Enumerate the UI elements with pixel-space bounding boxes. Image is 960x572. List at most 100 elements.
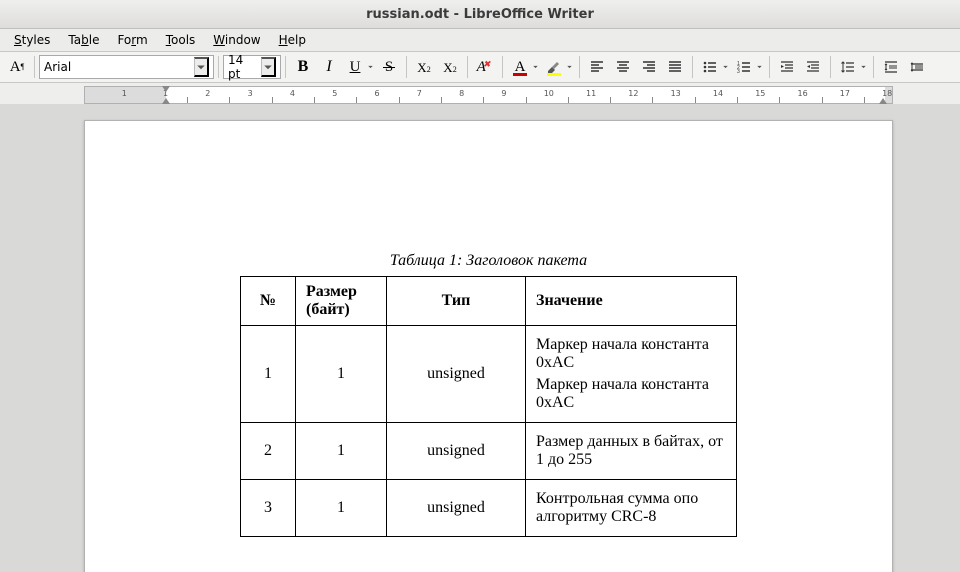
- align-center-icon: [615, 59, 631, 75]
- cell-type[interactable]: unsigned: [387, 326, 526, 423]
- numbered-list-button[interactable]: 123: [732, 55, 756, 79]
- underline-dropdown[interactable]: [366, 55, 376, 79]
- cell-value-line: Маркер начала константа 0xAC: [536, 336, 726, 372]
- update-style-button[interactable]: A¶: [5, 55, 29, 79]
- font-color-dropdown[interactable]: [531, 55, 541, 79]
- horizontal-ruler[interactable]: 1123456789101112131415161718: [84, 86, 893, 104]
- menu-tools[interactable]: Tools: [158, 31, 204, 49]
- ruler-tick: [822, 97, 823, 103]
- ruler-number: 13: [671, 89, 681, 98]
- superscript-button[interactable]: X2: [412, 55, 436, 79]
- document-workspace: Таблица 1: Заголовок пакета № Размер (ба…: [0, 104, 960, 572]
- ruler-tick: [610, 97, 611, 103]
- ruler-tick: [441, 97, 442, 103]
- font-name-dropdown[interactable]: [194, 57, 209, 77]
- italic-button[interactable]: I: [317, 55, 341, 79]
- decrease-para-space-button[interactable]: [905, 55, 929, 79]
- first-line-indent-marker[interactable]: [162, 86, 170, 92]
- align-left-button[interactable]: [585, 55, 609, 79]
- th-type[interactable]: Тип: [387, 277, 526, 326]
- underline-button[interactable]: U: [343, 55, 367, 79]
- toolbar-formatting: A¶ Arial 14 pt B I U S X2 X2 A✖ A 123: [0, 52, 960, 83]
- bold-button[interactable]: B: [291, 55, 315, 79]
- cell-size[interactable]: 1: [296, 423, 387, 480]
- bullet-list-button[interactable]: [698, 55, 722, 79]
- ruler-number: 14: [713, 89, 723, 98]
- chevron-down-icon: [755, 59, 764, 75]
- font-name-combo[interactable]: Arial: [39, 55, 214, 79]
- numbered-list-dropdown[interactable]: [755, 55, 765, 79]
- bullet-list-dropdown[interactable]: [721, 55, 731, 79]
- separator: [873, 56, 874, 78]
- cell-value[interactable]: Размер данных в байтах, от 1 до 255: [526, 423, 737, 480]
- svg-text:3: 3: [737, 69, 740, 75]
- chevron-down-icon: [531, 59, 540, 75]
- menu-form[interactable]: Form: [109, 31, 155, 49]
- align-right-icon: [641, 59, 657, 75]
- document-page[interactable]: Таблица 1: Заголовок пакета № Размер (ба…: [84, 120, 893, 572]
- separator: [218, 56, 219, 78]
- clear-formatting-button[interactable]: A✖: [473, 55, 497, 79]
- subscript-button[interactable]: X2: [438, 55, 462, 79]
- ruler-number: 17: [840, 89, 850, 98]
- chevron-down-icon: [859, 59, 868, 75]
- increase-indent-button[interactable]: [775, 55, 799, 79]
- menu-help[interactable]: Help: [271, 31, 314, 49]
- menu-table[interactable]: Table: [60, 31, 107, 49]
- th-size[interactable]: Размер (байт): [296, 277, 387, 326]
- font-size-combo[interactable]: 14 pt: [223, 55, 281, 79]
- th-number[interactable]: №: [241, 277, 296, 326]
- align-right-button[interactable]: [637, 55, 661, 79]
- ruler-number: 8: [459, 89, 464, 98]
- align-left-icon: [589, 59, 605, 75]
- separator: [769, 56, 770, 78]
- cell-n[interactable]: 2: [241, 423, 296, 480]
- font-color-button[interactable]: A: [508, 55, 532, 79]
- increase-para-space-button[interactable]: [879, 55, 903, 79]
- ruler-number: 7: [417, 89, 422, 98]
- separator: [285, 56, 286, 78]
- ruler-number: 6: [375, 89, 380, 98]
- align-justify-icon: [667, 59, 683, 75]
- align-center-button[interactable]: [611, 55, 635, 79]
- ruler-tick: [229, 97, 230, 103]
- cell-value-line: Размер данных в байтах, от 1 до 255: [536, 433, 726, 469]
- cell-n[interactable]: 3: [241, 480, 296, 537]
- cell-size[interactable]: 1: [296, 480, 387, 537]
- bullet-list-icon: [702, 59, 718, 75]
- decrease-indent-button[interactable]: [801, 55, 825, 79]
- document-content: Таблица 1: Заголовок пакета № Размер (ба…: [85, 121, 892, 537]
- cell-value[interactable]: Контрольная сумма опо алгоритму CRC-8: [526, 480, 737, 537]
- separator: [579, 56, 580, 78]
- cell-value-line: Маркер начала константа 0xAC: [536, 376, 726, 412]
- chevron-down-icon: [366, 59, 375, 75]
- table-caption[interactable]: Таблица 1: Заголовок пакета: [85, 252, 892, 270]
- cell-type[interactable]: unsigned: [387, 423, 526, 480]
- strikethrough-button[interactable]: S: [377, 55, 401, 79]
- cell-value[interactable]: Маркер начала константа 0xAC Маркер начал…: [526, 326, 737, 423]
- ruler-number: 4: [290, 89, 295, 98]
- cell-type[interactable]: unsigned: [387, 480, 526, 537]
- ruler-tick: [526, 97, 527, 103]
- table-header-row: № Размер (байт) Тип Значение: [241, 277, 737, 326]
- align-justify-button[interactable]: [663, 55, 687, 79]
- highlight-color-dropdown[interactable]: [565, 55, 575, 79]
- highlight-color-button[interactable]: [542, 55, 566, 79]
- font-size-value: 14 pt: [228, 53, 257, 81]
- line-spacing-dropdown[interactable]: [859, 55, 869, 79]
- chevron-down-icon: [565, 59, 574, 75]
- menu-styles[interactable]: Styles: [6, 31, 58, 49]
- line-spacing-button[interactable]: [836, 55, 860, 79]
- indent-increase-icon: [779, 59, 795, 75]
- cell-n[interactable]: 1: [241, 326, 296, 423]
- separator: [406, 56, 407, 78]
- ruler-tick: [399, 97, 400, 103]
- menu-window[interactable]: Window: [205, 31, 268, 49]
- packet-table[interactable]: № Размер (байт) Тип Значение 11unsignedМ…: [240, 276, 737, 537]
- ruler-tick: [483, 97, 484, 103]
- table-row: 21unsigned Размер данных в байтах, от 1 д…: [241, 423, 737, 480]
- font-size-dropdown[interactable]: [261, 57, 276, 77]
- cell-size[interactable]: 1: [296, 326, 387, 423]
- chevron-down-icon: [195, 59, 207, 75]
- th-value[interactable]: Значение: [526, 277, 737, 326]
